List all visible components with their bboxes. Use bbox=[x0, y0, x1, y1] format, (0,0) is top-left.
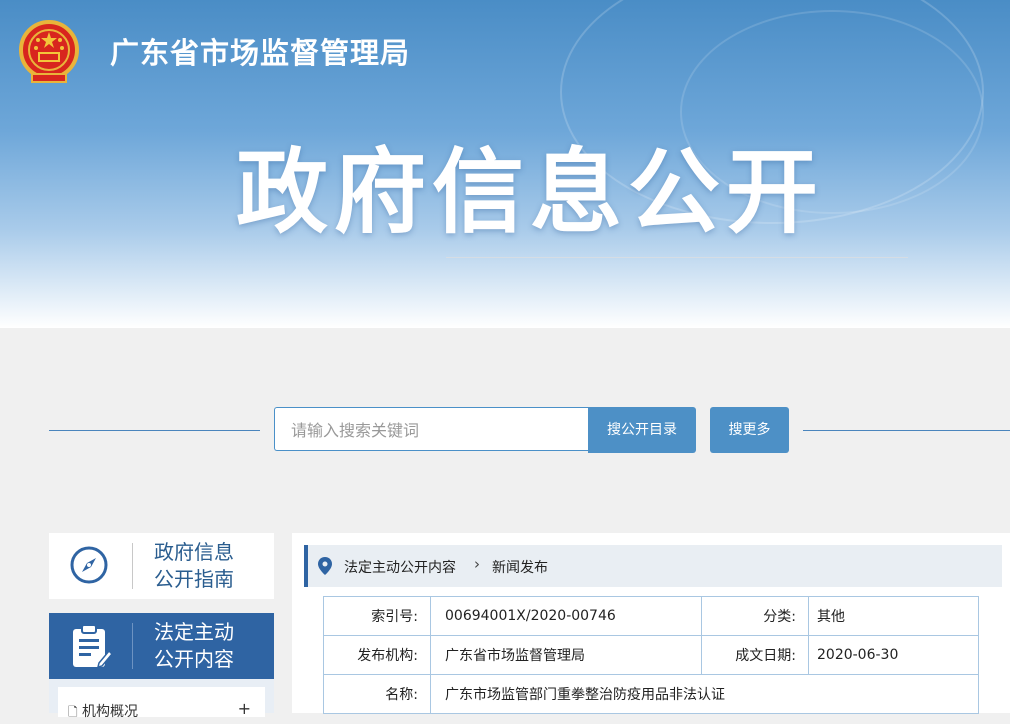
sidebar-item-guide[interactable]: 政府信息 公开指南 bbox=[49, 533, 274, 599]
breadcrumb-link-public-content[interactable]: 法定主动公开内容 bbox=[344, 557, 456, 577]
name-value: 广东市场监管部门重拳整治防疫用品非法认证 bbox=[430, 674, 979, 714]
sidebar-separator bbox=[132, 623, 133, 669]
publisher-label: 发布机构: bbox=[323, 635, 431, 675]
location-pin-icon bbox=[318, 557, 332, 575]
sidebar-separator bbox=[132, 543, 133, 589]
category-label: 分类: bbox=[701, 596, 809, 636]
sidebar-label-line1: 政府信息 bbox=[154, 540, 234, 564]
site-title[interactable]: 广东省市场监督管理局 bbox=[110, 30, 410, 72]
search-catalog-button[interactable]: 搜公开目录 bbox=[588, 407, 696, 453]
document-info-table: 索引号: 00694001X/2020-00746 分类: 其他 发布机构: 广… bbox=[323, 596, 979, 714]
document-icon: 🗋 bbox=[68, 705, 78, 719]
sidebar-item-label: 政府信息 公开指南 bbox=[154, 539, 234, 593]
search-box bbox=[274, 407, 588, 452]
sidebar-label-line2: 公开指南 bbox=[154, 567, 234, 591]
publisher-value: 广东省市场监督管理局 bbox=[430, 635, 702, 675]
search-divider-right bbox=[803, 430, 1010, 431]
sidebar-subitem-label: 机构概况 bbox=[82, 704, 138, 720]
compass-icon bbox=[70, 546, 108, 584]
table-row: 索引号: 00694001X/2020-00746 分类: 其他 bbox=[323, 596, 979, 636]
index-value: 00694001X/2020-00746 bbox=[430, 596, 702, 636]
name-label: 名称: bbox=[323, 674, 431, 714]
index-label: 索引号: bbox=[323, 596, 431, 636]
search-more-button[interactable]: 搜更多 bbox=[710, 407, 789, 453]
sidebar-label-line1: 法定主动 bbox=[154, 620, 234, 644]
breadcrumb-link-news[interactable]: 新闻发布 bbox=[492, 557, 548, 577]
breadcrumb-separator: › bbox=[474, 555, 480, 573]
expand-icon[interactable]: + bbox=[238, 699, 251, 718]
sidebar-label-line2: 公开内容 bbox=[154, 647, 234, 671]
category-value: 其他 bbox=[808, 596, 979, 636]
sidebar-item-label: 法定主动 公开内容 bbox=[154, 619, 234, 673]
header-banner: 广东省市场监督管理局 政府信息公开 bbox=[0, 0, 1010, 328]
search-input[interactable] bbox=[289, 408, 583, 452]
hero-title: 政府信息公开 bbox=[235, 139, 824, 246]
date-label: 成文日期: bbox=[701, 635, 809, 675]
national-emblem-icon bbox=[19, 20, 79, 83]
hero-divider bbox=[446, 257, 908, 258]
table-row: 名称: 广东市场监管部门重拳整治防疫用品非法认证 bbox=[323, 674, 979, 714]
table-row: 发布机构: 广东省市场监督管理局 成文日期: 2020-06-30 bbox=[323, 635, 979, 675]
date-value: 2020-06-30 bbox=[808, 635, 979, 675]
sidebar-submenu: 🗋 机构概况 + bbox=[49, 679, 274, 720]
breadcrumb: 法定主动公开内容 › 新闻发布 bbox=[304, 545, 1002, 587]
search-divider-left bbox=[49, 430, 260, 431]
sidebar-item-public-content[interactable]: 法定主动 公开内容 bbox=[49, 613, 274, 679]
document-edit-icon bbox=[73, 624, 113, 669]
